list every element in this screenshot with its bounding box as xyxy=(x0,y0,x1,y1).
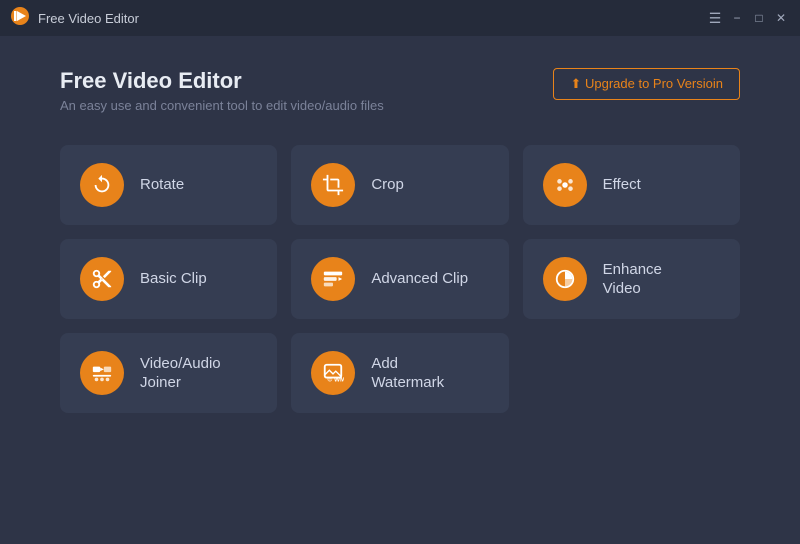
enhance-video-icon xyxy=(543,257,587,301)
video-audio-joiner-label: Video/Audio Joiner xyxy=(140,354,221,393)
tool-card-enhance-video[interactable]: Enhance Video xyxy=(523,239,740,319)
window-controls: ☰ − □ ✕ xyxy=(706,9,790,27)
minimize-button[interactable]: − xyxy=(728,9,746,27)
effect-label: Effect xyxy=(603,175,641,195)
enhance-video-label: Enhance Video xyxy=(603,260,662,299)
window-title: Free Video Editor xyxy=(38,11,706,26)
crop-label: Crop xyxy=(371,175,404,195)
basic-clip-label: Basic Clip xyxy=(140,269,207,289)
tool-card-add-watermark[interactable]: © WM Add Watermark xyxy=(291,333,508,413)
title-bar: Free Video Editor ☰ − □ ✕ xyxy=(0,0,800,36)
crop-icon xyxy=(311,163,355,207)
effect-icon xyxy=(543,163,587,207)
rotate-label: Rotate xyxy=(140,175,184,195)
add-watermark-icon: © WM xyxy=(311,351,355,395)
menu-button[interactable]: ☰ xyxy=(706,9,724,27)
tool-card-advanced-clip[interactable]: Advanced Clip xyxy=(291,239,508,319)
app-logo-icon xyxy=(10,6,30,31)
tool-card-basic-clip[interactable]: Basic Clip xyxy=(60,239,277,319)
tool-card-rotate[interactable]: Rotate xyxy=(60,145,277,225)
app-title: Free Video Editor xyxy=(60,68,384,94)
app-subtitle: An easy use and convenient tool to edit … xyxy=(60,98,384,113)
rotate-icon xyxy=(80,163,124,207)
close-button[interactable]: ✕ xyxy=(772,9,790,27)
upgrade-button[interactable]: ⬆ Upgrade to Pro Versioin xyxy=(553,68,740,100)
tool-card-crop[interactable]: Crop xyxy=(291,145,508,225)
tool-grid: Rotate Crop Effect xyxy=(60,145,740,413)
video-audio-joiner-icon xyxy=(80,351,124,395)
advanced-clip-icon xyxy=(311,257,355,301)
add-watermark-label: Add Watermark xyxy=(371,354,444,393)
advanced-clip-label: Advanced Clip xyxy=(371,269,468,289)
basic-clip-icon xyxy=(80,257,124,301)
maximize-button[interactable]: □ xyxy=(750,9,768,27)
header-section: Free Video Editor An easy use and conven… xyxy=(60,68,740,113)
svg-text:© WM: © WM xyxy=(328,375,345,383)
tool-card-video-audio-joiner[interactable]: Video/Audio Joiner xyxy=(60,333,277,413)
tool-card-effect[interactable]: Effect xyxy=(523,145,740,225)
app-info: Free Video Editor An easy use and conven… xyxy=(60,68,384,113)
main-content: Free Video Editor An easy use and conven… xyxy=(0,36,800,544)
